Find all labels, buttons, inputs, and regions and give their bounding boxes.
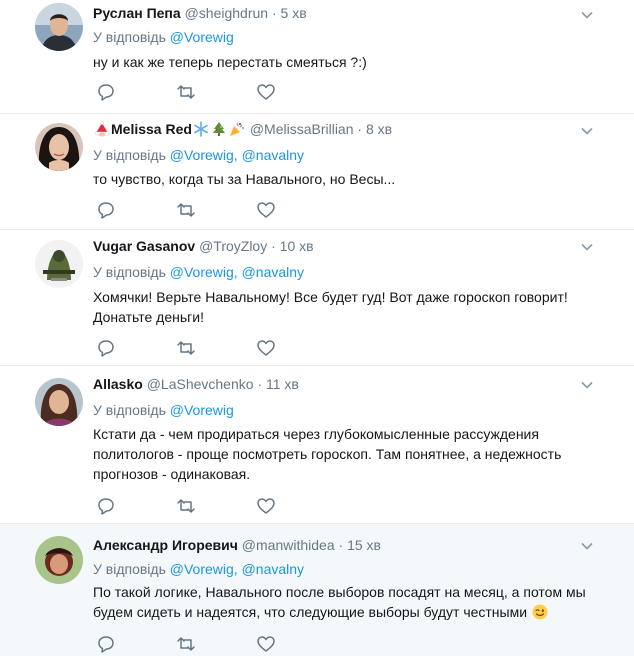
- reply-icon[interactable]: [96, 496, 116, 516]
- tweet[interactable]: Melissa Red @MelissaBrillian · 8 хв У ві…: [0, 114, 634, 230]
- winking-face-emoji: [532, 604, 548, 625]
- avatar[interactable]: [35, 536, 83, 584]
- tweet-header: Руслан Пепа @sheighdrun · 5 хв: [93, 3, 307, 23]
- like-icon[interactable]: [256, 200, 276, 220]
- tweet[interactable]: Александр Игоревич @manwithidea · 15 хв …: [0, 524, 634, 656]
- tweet[interactable]: Vugar Gasanov @TroyZloy · 10 хв У відпов…: [0, 230, 634, 366]
- mention-link[interactable]: @navalny: [242, 264, 304, 280]
- retweet-icon[interactable]: [176, 200, 196, 220]
- reply-context: У відповідь @Vorewig: [93, 28, 234, 46]
- reply-prefix: У відповідь: [93, 561, 166, 577]
- mention-link[interactable]: @Vorewig,: [170, 561, 238, 577]
- reply-prefix: У відповідь: [93, 147, 166, 163]
- avatar[interactable]: [35, 123, 83, 171]
- tweet[interactable]: Руслан Пепа @sheighdrun · 5 хв У відпові…: [0, 0, 634, 114]
- separator: ·: [271, 5, 277, 21]
- tweet-text: ну и как же теперь перестать смеяться ?:…: [93, 52, 593, 72]
- reply-context: У відповідь @Vorewig, @navalny: [93, 560, 304, 578]
- santa-hat-emoji: [94, 121, 110, 142]
- tweet[interactable]: Allasko @LaShevchenko · 11 хв У відповід…: [0, 366, 634, 524]
- tweet-text: Хомячки! Верьте Навальному! Все будет гу…: [93, 287, 593, 327]
- reply-context: У відповідь @Vorewig, @navalny: [93, 263, 304, 281]
- tweet-text-line: политологов - проще посмотреть гороскоп.…: [93, 446, 562, 462]
- display-name[interactable]: Allasko: [93, 376, 143, 392]
- tweet-text-line: Донатьте деньги!: [93, 309, 204, 325]
- chevron-down-icon[interactable]: [580, 539, 594, 553]
- display-name[interactable]: Руслан Пепа: [93, 5, 181, 21]
- tweet-text-line: Хомячки! Верьте Навальному! Все будет гу…: [93, 289, 568, 305]
- display-name[interactable]: Александр Игоревич: [93, 537, 238, 553]
- display-name[interactable]: Melissa Red: [111, 121, 192, 137]
- reply-context: У відповідь @Vorewig, @navalny: [93, 146, 304, 164]
- display-name[interactable]: Vugar Gasanov: [93, 238, 195, 254]
- tweet-header: Vugar Gasanov @TroyZloy · 10 хв: [93, 236, 314, 256]
- reply-context: У відповідь @Vorewig: [93, 401, 234, 419]
- reply-prefix: У відповідь: [93, 264, 166, 280]
- like-icon[interactable]: [256, 496, 276, 516]
- timestamp[interactable]: 5 хв: [281, 5, 307, 21]
- reply-prefix: У відповідь: [93, 402, 166, 418]
- avatar[interactable]: [35, 378, 83, 426]
- retweet-icon[interactable]: [176, 634, 196, 654]
- username[interactable]: @LaShevchenko: [147, 376, 254, 392]
- separator: ·: [257, 376, 263, 392]
- separator: ·: [271, 238, 276, 254]
- timestamp[interactable]: 15 хв: [347, 537, 381, 553]
- separator: ·: [357, 121, 363, 137]
- tweet-text-line: По такой логике, Навального после выборо…: [93, 584, 586, 600]
- username[interactable]: @MelissaBrillian: [250, 121, 354, 137]
- tweet-text: Кстати да - чем продираться через глубок…: [93, 424, 593, 484]
- like-icon[interactable]: [256, 82, 276, 102]
- mention-link[interactable]: @Vorewig,: [170, 264, 238, 280]
- timestamp[interactable]: 10 хв: [280, 238, 314, 254]
- username[interactable]: @manwithidea: [242, 537, 335, 553]
- avatar[interactable]: [35, 3, 83, 51]
- tweet-text-line: ну и как же теперь перестать смеяться ?:…: [93, 54, 367, 70]
- tweet-text: то чувство, когда ты за Навального, но В…: [93, 169, 593, 189]
- chevron-down-icon[interactable]: [580, 378, 594, 392]
- retweet-icon[interactable]: [176, 82, 196, 102]
- timestamp[interactable]: 11 хв: [266, 376, 299, 392]
- separator: ·: [338, 537, 344, 553]
- mention-link[interactable]: @Vorewig: [170, 29, 234, 45]
- tweet-header: Allasko @LaShevchenko · 11 хв: [93, 374, 299, 394]
- username[interactable]: @sheighdrun: [185, 5, 269, 21]
- chevron-down-icon[interactable]: [580, 124, 594, 138]
- tweet-text-line: прогнозов - одинаковая.: [93, 466, 251, 482]
- mention-link[interactable]: @navalny: [242, 561, 304, 577]
- mention-link[interactable]: @Vorewig: [170, 402, 234, 418]
- party-popper-emoji: [229, 121, 245, 142]
- tweet-text-line: будем сидеть и надеятся, что следующие в…: [93, 604, 528, 620]
- chevron-down-icon[interactable]: [580, 240, 594, 254]
- reply-icon[interactable]: [96, 338, 116, 358]
- tweet-text-line: то чувство, когда ты за Навального, но В…: [93, 171, 396, 187]
- tweet-header: Melissa Red @MelissaBrillian · 8 хв: [93, 119, 392, 139]
- tweet-header: Александр Игоревич @manwithidea · 15 хв: [93, 535, 381, 555]
- avatar[interactable]: [35, 240, 83, 288]
- tweet-text-line: Кстати да - чем продираться через глубок…: [93, 426, 539, 442]
- like-icon[interactable]: [256, 634, 276, 654]
- tweet-text-line-with-emoji: будем сидеть и надеятся, что следующие в…: [93, 602, 593, 625]
- reply-prefix: У відповідь: [93, 29, 166, 45]
- chevron-down-icon[interactable]: [580, 8, 594, 22]
- retweet-icon[interactable]: [176, 496, 196, 516]
- christmas-tree-emoji: [211, 121, 227, 142]
- timestamp[interactable]: 8 хв: [366, 121, 392, 137]
- username[interactable]: @TroyZloy: [199, 238, 267, 254]
- reply-icon[interactable]: [96, 82, 116, 102]
- reply-icon[interactable]: [96, 634, 116, 654]
- snowflake-emoji: [193, 121, 209, 142]
- tweet-text: По такой логике, Навального после выборо…: [93, 582, 593, 625]
- like-icon[interactable]: [256, 338, 276, 358]
- mention-link[interactable]: @navalny: [242, 147, 304, 163]
- retweet-icon[interactable]: [176, 338, 196, 358]
- reply-icon[interactable]: [96, 200, 116, 220]
- mention-link[interactable]: @Vorewig,: [170, 147, 238, 163]
